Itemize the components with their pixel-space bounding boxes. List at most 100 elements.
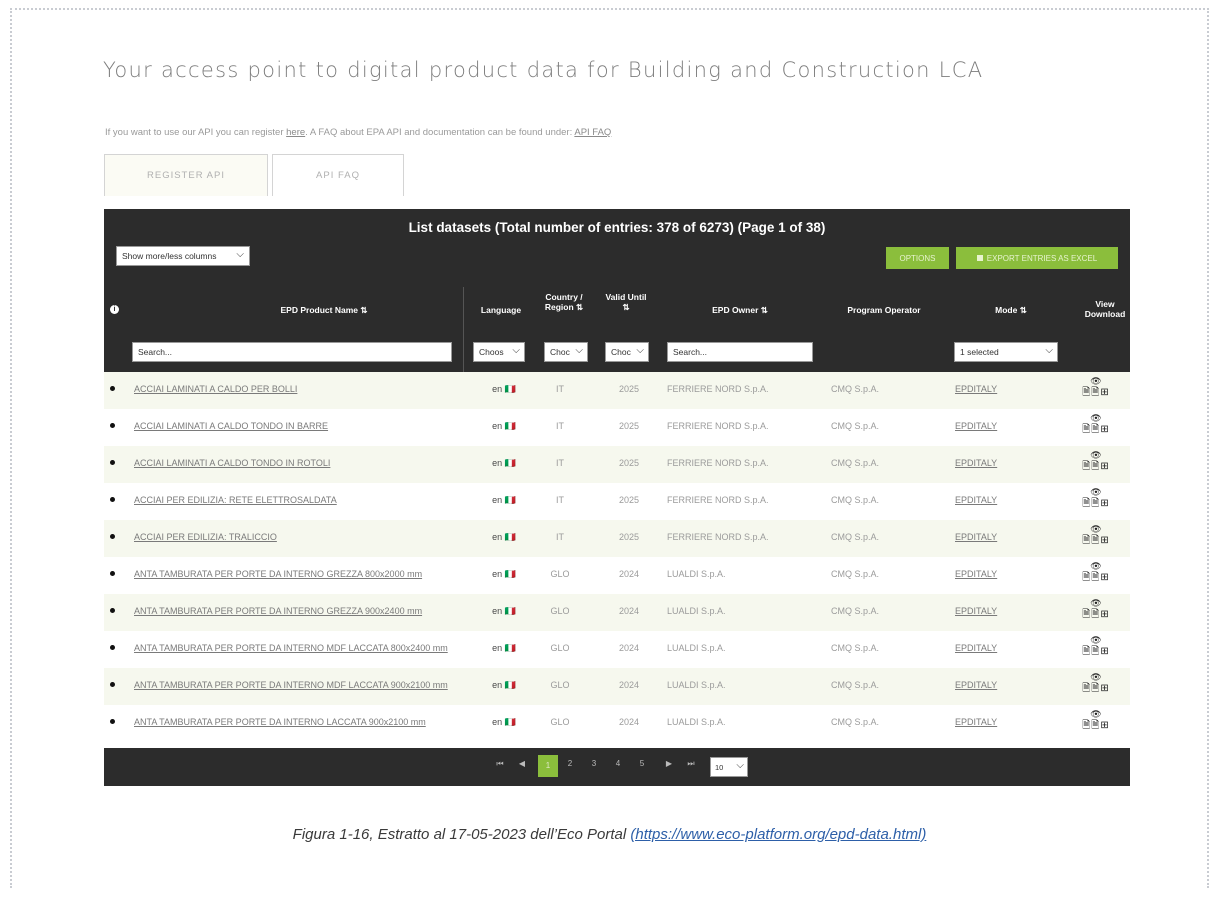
eye-icon[interactable]: 👁	[1076, 636, 1116, 645]
download-icons[interactable]: 🗎🗎⊞	[1076, 682, 1116, 696]
product-name-link[interactable]: ANTA TAMBURATA PER PORTE DA INTERNO GREZ…	[134, 606, 456, 616]
valid-until-cell: 2024	[618, 606, 640, 616]
table-row: ANTA TAMBURATA PER PORTE DA INTERNO LACC…	[104, 705, 1130, 742]
prev-page-icon[interactable]: ◀	[515, 759, 529, 768]
mode-link[interactable]: EPDITALY	[955, 569, 1005, 579]
country-cell: GLO	[550, 606, 570, 616]
row-actions: 👁 🗎🗎⊞	[1076, 673, 1116, 696]
mode-link[interactable]: EPDITALY	[955, 495, 1005, 505]
here-link[interactable]: here	[286, 127, 305, 138]
header-country[interactable]: Country / Region ⇅	[542, 292, 586, 312]
epd-owner-cell: FERRIERE NORD S.p.A.	[667, 458, 769, 468]
product-name-link[interactable]: ANTA TAMBURATA PER PORTE DA INTERNO LACC…	[134, 717, 456, 727]
language-cell: en 🇮🇹	[492, 495, 516, 505]
page-4-button[interactable]: 4	[611, 759, 625, 768]
api-faq-link[interactable]: API FAQ	[574, 127, 611, 138]
page-5-button[interactable]: 5	[635, 759, 649, 768]
mode-link[interactable]: EPDITALY	[955, 680, 1005, 690]
download-icons[interactable]: 🗎🗎⊞	[1076, 460, 1116, 474]
row-actions: 👁 🗎🗎⊞	[1076, 488, 1116, 511]
download-icons[interactable]: 🗎🗎⊞	[1076, 423, 1116, 437]
table-header-panel: List datasets (Total number of entries: …	[104, 209, 1130, 372]
mode-filter-select[interactable]: 1 selected ⌵	[954, 342, 1058, 362]
table-row: ANTA TAMBURATA PER PORTE DA INTERNO MDF …	[104, 668, 1130, 705]
download-icons[interactable]: 🗎🗎⊞	[1076, 645, 1116, 659]
tab-api-faq[interactable]: API FAQ	[272, 154, 404, 196]
eye-icon[interactable]: 👁	[1076, 673, 1116, 682]
columns-select[interactable]: Show more/less columns ⌵	[116, 246, 250, 266]
header-program-operator: Program Operator	[847, 305, 921, 315]
caption-url-link[interactable]: (https://www.eco-platform.org/epd-data.h…	[630, 826, 926, 843]
header-language: Language	[480, 305, 522, 315]
language-filter-select[interactable]: Choos ⌵	[473, 342, 525, 362]
table-row: ACCIAI PER EDILIZIA: RETE ELETTROSALDATA…	[104, 483, 1130, 520]
product-name-link[interactable]: ANTA TAMBURATA PER PORTE DA INTERNO MDF …	[134, 680, 456, 690]
row-bullet	[110, 719, 115, 724]
api-info-text: If you want to use our API you can regis…	[105, 127, 611, 138]
country-filter-select[interactable]: Choc ⌵	[544, 342, 588, 362]
header-epd-owner[interactable]: EPD Owner ⇅	[670, 305, 810, 315]
valid-until-cell: 2024	[618, 717, 640, 727]
mode-link[interactable]: EPDITALY	[955, 458, 1005, 468]
chevron-down-icon: ⌵	[575, 345, 583, 356]
options-button[interactable]: OPTIONS	[886, 247, 949, 269]
product-name-link[interactable]: ANTA TAMBURATA PER PORTE DA INTERNO GREZ…	[134, 569, 456, 579]
mode-filter-value: 1 selected	[960, 347, 999, 357]
header-mode[interactable]: Mode ⇅	[956, 305, 1066, 315]
page-2-button[interactable]: 2	[563, 759, 577, 768]
info-icon[interactable]: i	[110, 305, 119, 314]
eye-icon[interactable]: 👁	[1076, 710, 1116, 719]
country-cell: IT	[556, 421, 564, 431]
page-size-select[interactable]: 10 ⌵	[710, 757, 748, 777]
mode-link[interactable]: EPDITALY	[955, 643, 1005, 653]
product-name-link[interactable]: ACCIAI PER EDILIZIA: TRALICCIO	[134, 532, 456, 542]
valid-until-cell: 2025	[618, 384, 640, 394]
valid-filter-select[interactable]: Choc ⌵	[605, 342, 649, 362]
header-valid-until[interactable]: Valid Until ⇅	[604, 292, 648, 312]
country-cell: IT	[556, 532, 564, 542]
download-icons[interactable]: 🗎🗎⊞	[1076, 497, 1116, 511]
product-name-link[interactable]: ACCIAI LAMINATI A CALDO PER BOLLI	[134, 384, 456, 394]
download-icons[interactable]: 🗎🗎⊞	[1076, 386, 1116, 400]
owner-search-input[interactable]: Search...	[667, 342, 813, 362]
table-title: List datasets (Total number of entries: …	[408, 220, 826, 235]
last-page-icon[interactable]: ⏭	[684, 759, 698, 769]
row-actions: 👁 🗎🗎⊞	[1076, 414, 1116, 437]
row-bullet	[110, 534, 115, 539]
mode-link[interactable]: EPDITALY	[955, 717, 1005, 727]
mode-link[interactable]: EPDITALY	[955, 606, 1005, 616]
eye-icon[interactable]: 👁	[1076, 414, 1116, 423]
eye-icon[interactable]: 👁	[1076, 599, 1116, 608]
product-name-link[interactable]: ANTA TAMBURATA PER PORTE DA INTERNO MDF …	[134, 643, 456, 653]
next-page-icon[interactable]: ▶	[662, 759, 676, 768]
export-excel-button[interactable]: EXPORT ENTRIES AS EXCEL	[956, 247, 1118, 269]
eye-icon[interactable]: 👁	[1076, 451, 1116, 460]
download-icons[interactable]: 🗎🗎⊞	[1076, 719, 1116, 733]
tab-register-api[interactable]: REGISTER API	[104, 154, 268, 196]
first-page-icon[interactable]: ⏮	[493, 759, 507, 769]
mode-link[interactable]: EPDITALY	[955, 421, 1005, 431]
product-name-link[interactable]: ACCIAI LAMINATI A CALDO TONDO IN BARRE	[134, 421, 456, 431]
row-bullet	[110, 386, 115, 391]
page-1-button[interactable]: 1	[538, 755, 558, 777]
row-bullet	[110, 608, 115, 613]
table-row: ACCIAI LAMINATI A CALDO PER BOLLI en 🇮🇹 …	[104, 372, 1130, 409]
download-icons[interactable]: 🗎🗎⊞	[1076, 534, 1116, 548]
download-icons[interactable]: 🗎🗎⊞	[1076, 571, 1116, 585]
table-row: ACCIAI LAMINATI A CALDO TONDO IN ROTOLI …	[104, 446, 1130, 483]
product-name-link[interactable]: ACCIAI LAMINATI A CALDO TONDO IN ROTOLI	[134, 458, 456, 468]
product-name-link[interactable]: ACCIAI PER EDILIZIA: RETE ELETTROSALDATA	[134, 495, 456, 505]
download-icons[interactable]: 🗎🗎⊞	[1076, 608, 1116, 622]
eye-icon[interactable]: 👁	[1076, 377, 1116, 386]
eye-icon[interactable]: 👁	[1076, 562, 1116, 571]
program-operator-cell: CMQ S.p.A.	[831, 384, 880, 394]
header-product-name[interactable]: EPD Product Name ⇅	[214, 305, 434, 315]
product-search-input[interactable]: Search...	[132, 342, 452, 362]
page-3-button[interactable]: 3	[587, 759, 601, 768]
epd-owner-cell: FERRIERE NORD S.p.A.	[667, 495, 769, 505]
mode-link[interactable]: EPDITALY	[955, 532, 1005, 542]
mode-link[interactable]: EPDITALY	[955, 384, 1005, 394]
header-view-download: View Download	[1084, 299, 1126, 319]
eye-icon[interactable]: 👁	[1076, 525, 1116, 534]
eye-icon[interactable]: 👁	[1076, 488, 1116, 497]
